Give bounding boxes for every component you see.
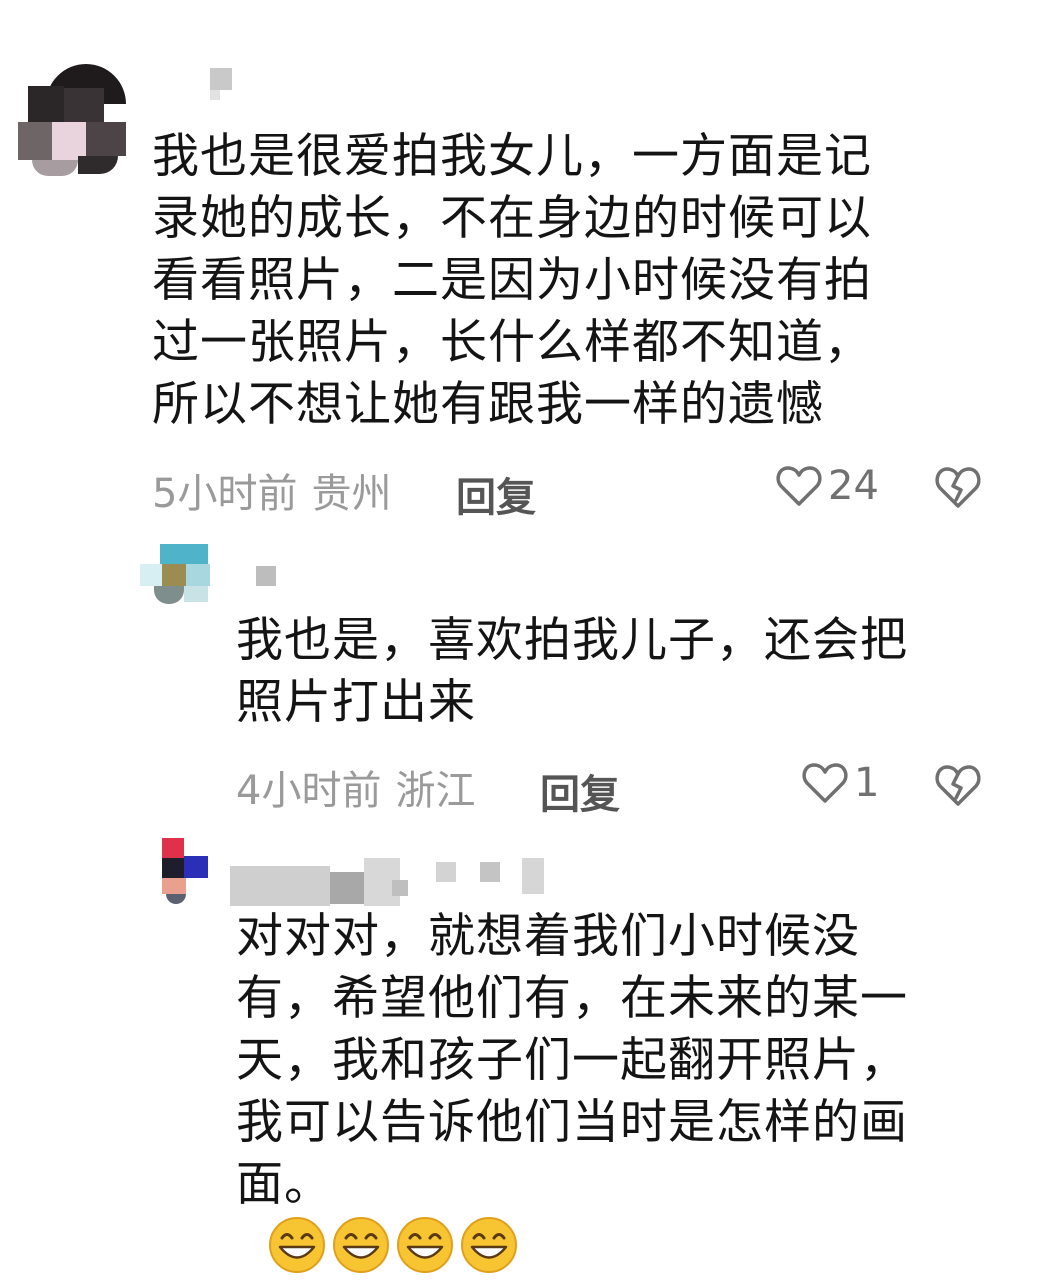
username-redacted: [210, 68, 232, 102]
comment-text: 对对对，就想着我们小时候没 有，希望他们有，在未来的某一 天，我和孩子们一起翻开…: [236, 906, 1016, 1280]
like-count: 24: [828, 463, 879, 509]
comment-time: 5小时前: [152, 471, 298, 517]
heart-icon: [776, 466, 822, 506]
comment-meta: 4小时前 浙江: [236, 762, 475, 814]
like-count: 1: [854, 760, 880, 806]
comment-text: 我也是，喜欢拍我儿子，还会把 照片打出来: [236, 613, 908, 730]
comment-location: 贵州: [311, 471, 392, 517]
comment-meta: 5小时前 贵州: [152, 465, 391, 517]
broken-heart-icon[interactable]: [934, 762, 982, 808]
grinning-face-icon: [396, 1217, 453, 1273]
comment-text: 我也是很爱拍我女儿，一方面是记 录她的成长，不在身边的时候可以 看看照片，二是因…: [152, 129, 872, 432]
grinning-face-icon: [332, 1217, 389, 1273]
avatar[interactable]: [162, 838, 210, 904]
comment-time: 4小时前: [236, 768, 382, 814]
like-button[interactable]: 1: [802, 760, 879, 806]
grinning-face-icon: [268, 1217, 325, 1273]
avatar[interactable]: [18, 64, 126, 176]
emoji-group: [236, 1217, 524, 1276]
avatar[interactable]: [140, 544, 212, 608]
reply-button[interactable]: 回复: [540, 762, 620, 820]
comment-location: 浙江: [395, 768, 476, 814]
broken-heart-icon[interactable]: [934, 464, 982, 510]
username-redacted: [230, 858, 550, 906]
grinning-face-icon: [460, 1217, 517, 1273]
username-redacted: [256, 566, 276, 586]
heart-icon: [802, 763, 848, 803]
reply-button[interactable]: 回复: [456, 465, 536, 523]
comment-body: 对对对，就想着我们小时候没 有，希望他们有，在未来的某一 天，我和孩子们一起翻开…: [236, 909, 908, 1212]
like-button[interactable]: 24: [776, 463, 879, 509]
